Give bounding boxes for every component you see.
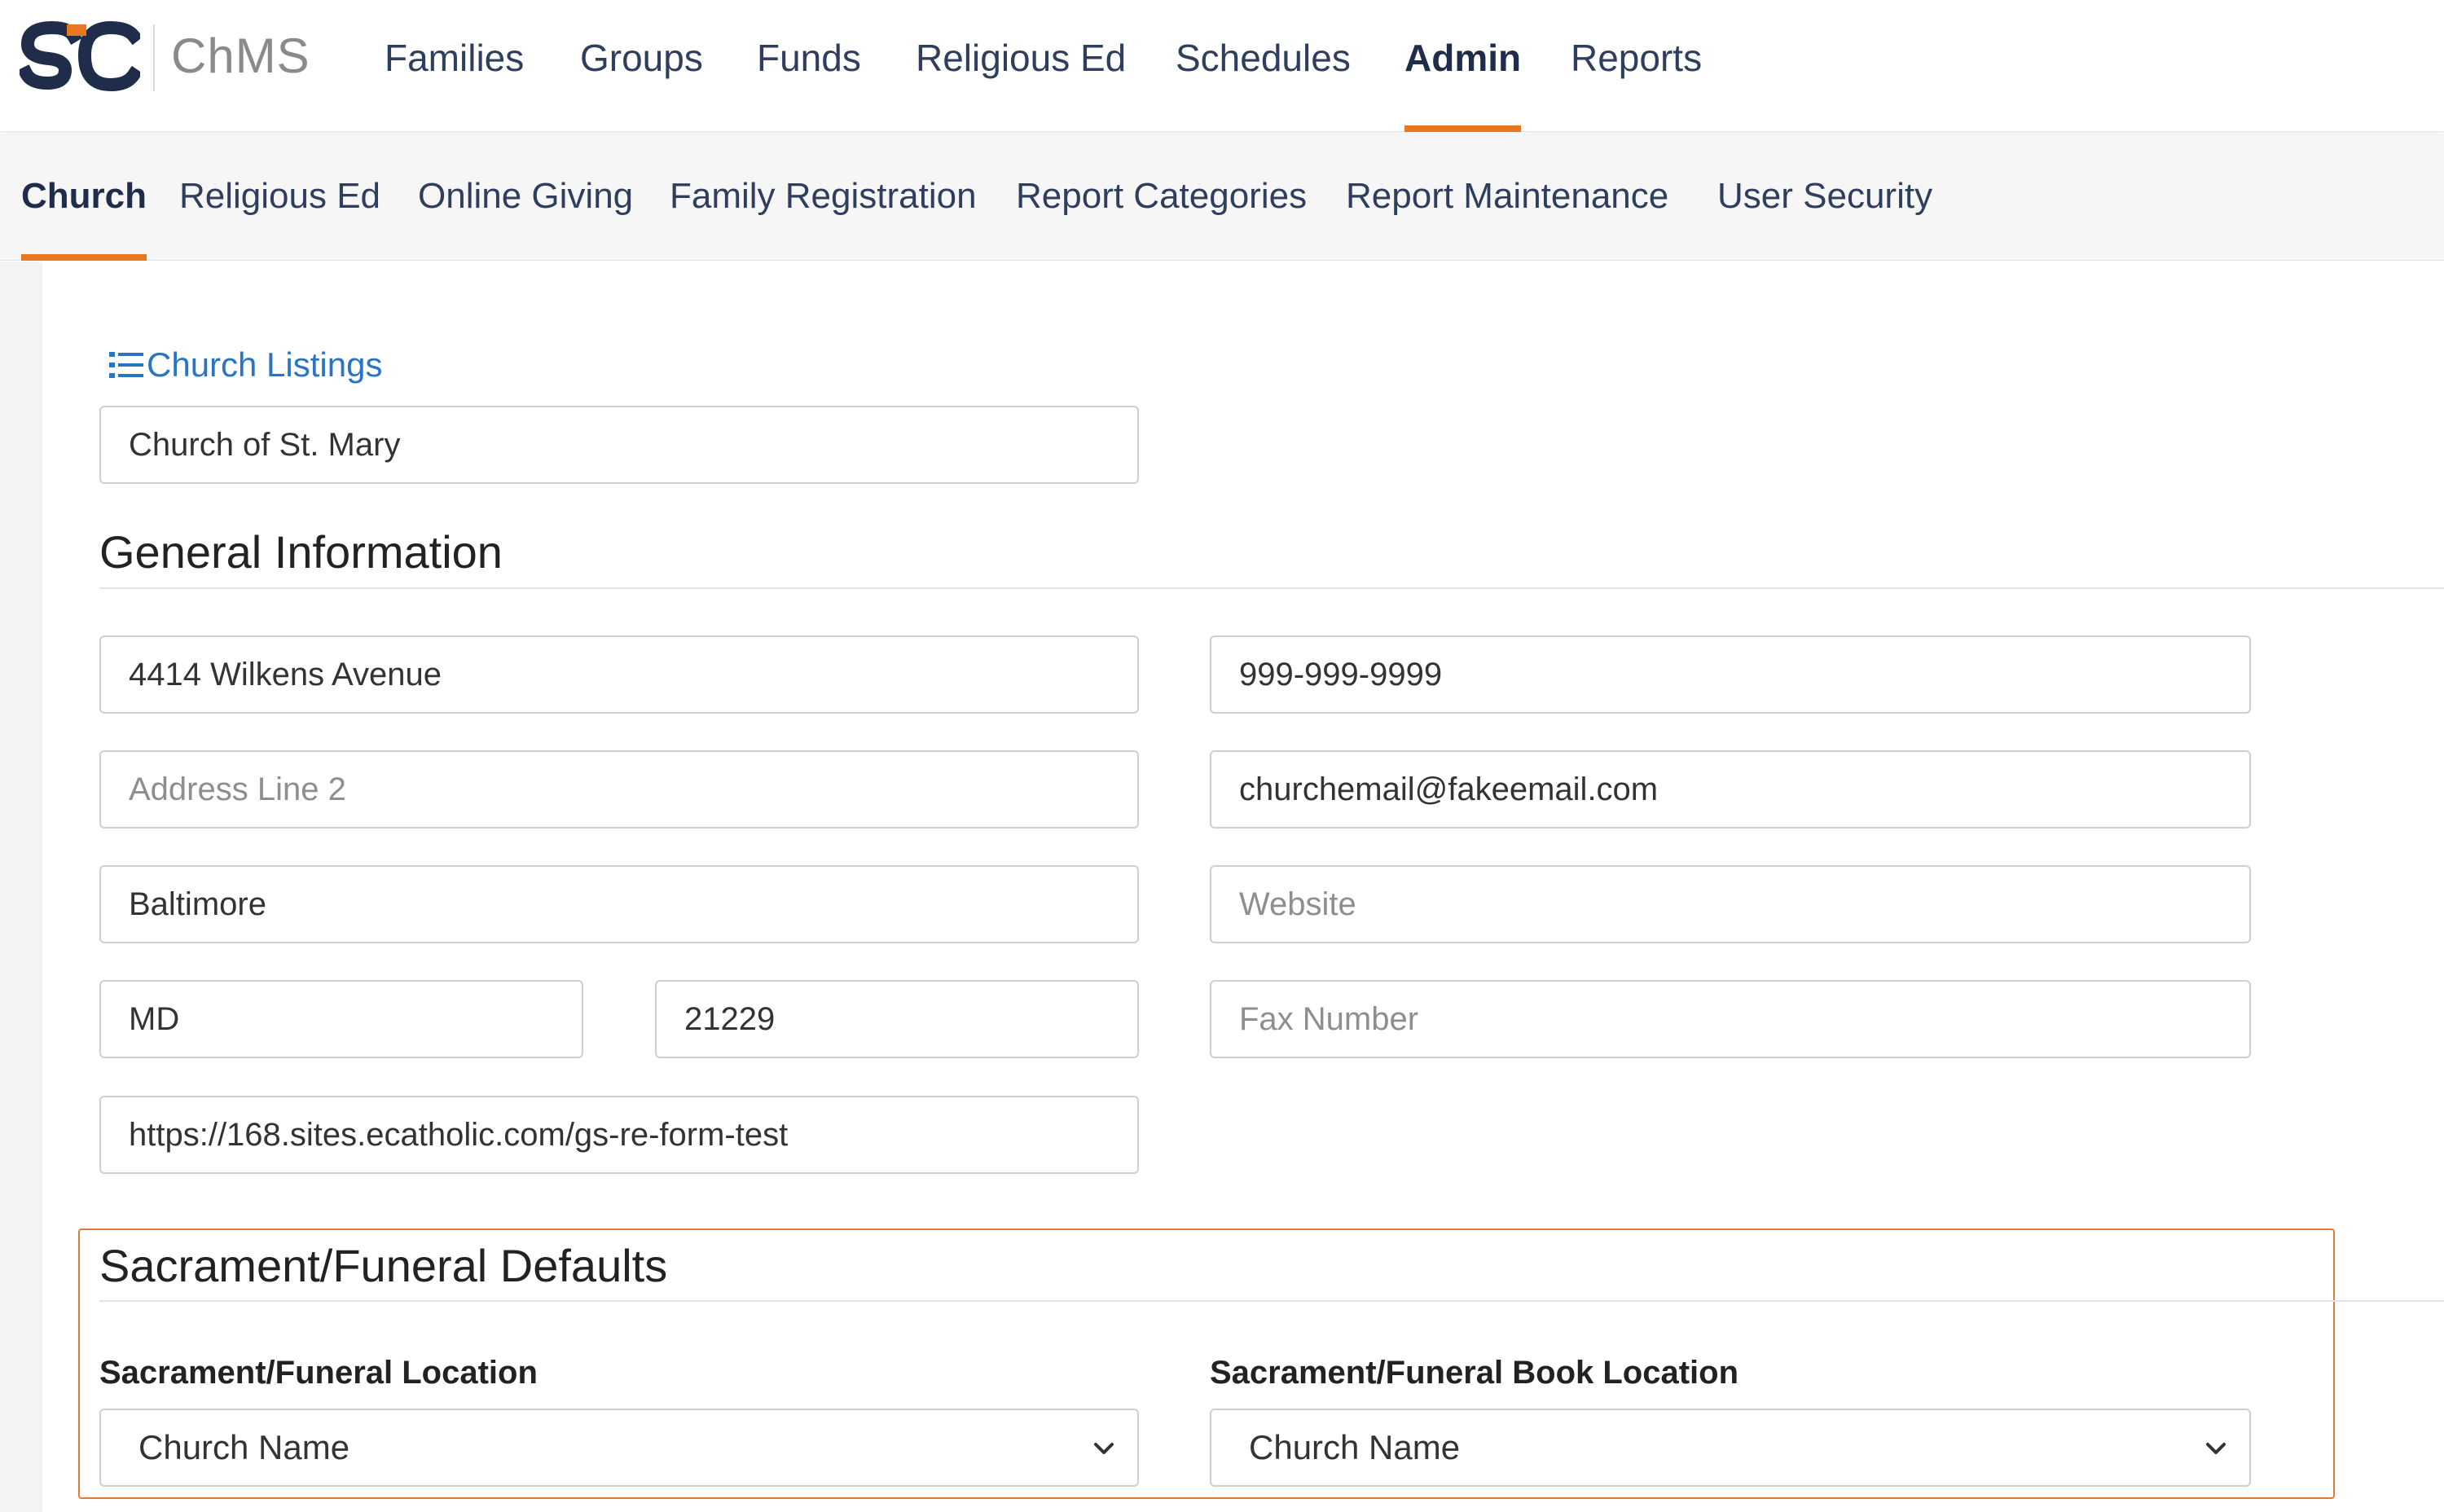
- city-field[interactable]: [99, 865, 1139, 943]
- tab-family-registration[interactable]: Family Registration: [670, 133, 977, 261]
- nav-admin[interactable]: Admin: [1404, 0, 1522, 132]
- chevron-down-icon: [2206, 1443, 2226, 1454]
- phone-field[interactable]: [1210, 635, 2251, 714]
- church-listings-label: Church Listings: [147, 345, 383, 384]
- nav-funds[interactable]: Funds: [757, 0, 861, 132]
- tab-church[interactable]: Church: [21, 133, 147, 261]
- url-field[interactable]: [99, 1096, 1139, 1174]
- sacrament-book-location-label: Sacrament/Funeral Book Location: [1210, 1355, 1739, 1391]
- tab-religious-ed[interactable]: Religious Ed: [179, 133, 380, 261]
- email-field[interactable]: [1210, 750, 2251, 829]
- website-field[interactable]: [1210, 865, 2251, 943]
- address-line-2-field[interactable]: [99, 750, 1139, 829]
- address-line-1-field[interactable]: [99, 635, 1139, 714]
- sacrament-location-select[interactable]: Church Name: [99, 1409, 1139, 1487]
- nav-groups[interactable]: Groups: [580, 0, 703, 132]
- nav-schedules[interactable]: Schedules: [1176, 0, 1351, 132]
- logo-divider: [153, 24, 155, 91]
- brand-logo[interactable]: [20, 21, 140, 94]
- chevron-down-icon: [1094, 1443, 1114, 1454]
- admin-subnavigation: Church Religious Ed Online Giving Family…: [0, 133, 2444, 261]
- tab-report-maintenance[interactable]: Report Maintenance: [1346, 133, 1668, 261]
- nav-religious-ed[interactable]: Religious Ed: [916, 0, 1126, 132]
- church-listings-link[interactable]: Church Listings: [109, 342, 382, 388]
- sacrament-location-value: Church Name: [138, 1428, 350, 1466]
- sacrament-book-location-value: Church Name: [1249, 1428, 1461, 1466]
- nav-reports[interactable]: Reports: [1571, 0, 1702, 132]
- general-information-heading: General Information: [99, 526, 503, 578]
- left-gutter: [0, 262, 42, 1512]
- tab-user-security[interactable]: User Security: [1717, 133, 1932, 261]
- top-navigation: ChMS Families Groups Funds Religious Ed …: [0, 0, 2444, 132]
- tab-online-giving[interactable]: Online Giving: [418, 133, 633, 261]
- app-name: ChMS: [171, 29, 310, 83]
- state-field[interactable]: [99, 980, 583, 1058]
- tab-report-categories[interactable]: Report Categories: [1016, 133, 1307, 261]
- list-icon: [109, 352, 143, 378]
- sacrament-location-label: Sacrament/Funeral Location: [99, 1355, 538, 1391]
- church-name-field[interactable]: [99, 406, 1139, 484]
- sc-logo-icon: [20, 21, 140, 92]
- sacrament-divider: [99, 1300, 2444, 1302]
- general-divider: [99, 587, 2444, 589]
- nav-families[interactable]: Families: [385, 0, 524, 132]
- fax-number-field[interactable]: [1210, 980, 2251, 1058]
- sacrament-book-location-select[interactable]: Church Name: [1210, 1409, 2251, 1487]
- sacrament-defaults-heading: Sacrament/Funeral Defaults: [99, 1240, 668, 1291]
- zip-field[interactable]: [655, 980, 1139, 1058]
